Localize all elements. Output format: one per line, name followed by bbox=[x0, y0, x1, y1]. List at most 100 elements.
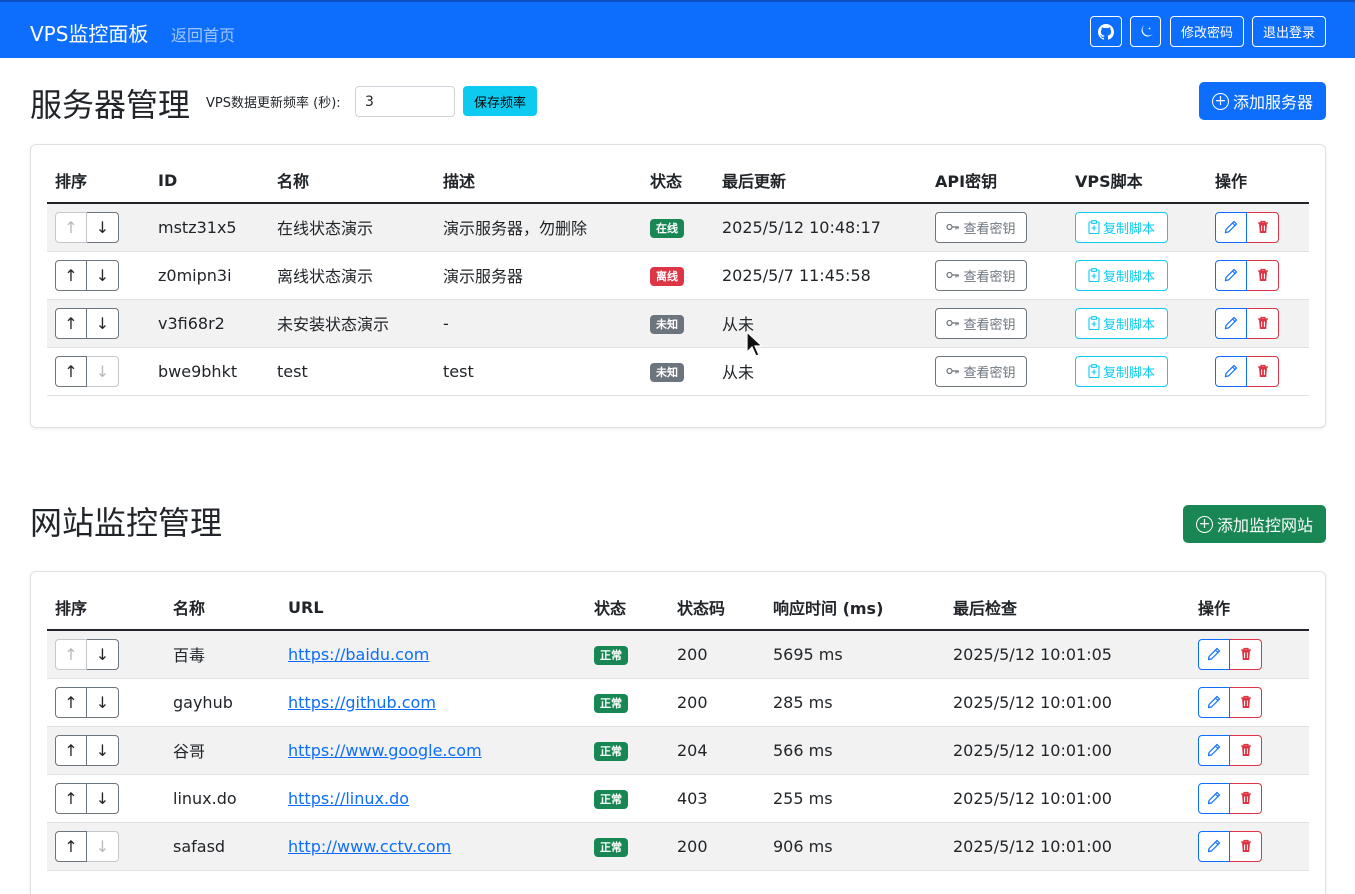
view-key-button[interactable]: 查看密钥 bbox=[935, 259, 1027, 291]
move-up-button[interactable]: ↑ bbox=[55, 734, 87, 766]
github-button[interactable] bbox=[1090, 16, 1122, 47]
view-key-button[interactable]: 查看密钥 bbox=[935, 307, 1027, 339]
table-row: ↑ ↓ v3fi68r2 未安装状态演示 - 未知 从未 查看密钥 复制脚本 bbox=[47, 299, 1309, 348]
sort-button-group: ↑ ↓ bbox=[55, 638, 119, 670]
theme-toggle-button[interactable] bbox=[1130, 16, 1161, 47]
delete-button[interactable] bbox=[1230, 686, 1262, 718]
api-key-cell: 查看密钥 bbox=[927, 347, 1067, 396]
pencil-icon bbox=[1207, 695, 1221, 709]
table-row: ↑ ↓ safasd http://www.cctv.com 正常 200 906 ms 20… bbox=[47, 822, 1309, 871]
move-down-button[interactable]: ↓ bbox=[87, 355, 119, 387]
edit-button[interactable] bbox=[1198, 734, 1230, 766]
table-row: ↑ ↓ 百毒 https://baidu.com 正常 200 5695 ms 2025/5/… bbox=[47, 630, 1309, 679]
change-password-button[interactable]: 修改密码 bbox=[1170, 16, 1244, 47]
servers-header-row: 排序 ID 名称 描述 状态 最后更新 API密钥 VPS脚本 操作 bbox=[47, 158, 1309, 204]
trash-icon bbox=[1257, 364, 1268, 377]
plus-circle-icon: + bbox=[1211, 92, 1229, 110]
status-badge: 正常 bbox=[594, 837, 628, 857]
site-url-link[interactable]: http://www.cctv.com bbox=[288, 837, 451, 856]
edit-button[interactable] bbox=[1215, 211, 1247, 243]
move-up-button[interactable]: ↑ bbox=[55, 638, 87, 670]
move-down-button[interactable]: ↓ bbox=[87, 259, 119, 291]
pencil-icon bbox=[1207, 839, 1221, 853]
url-cell: https://www.google.com bbox=[280, 726, 586, 775]
servers-title: 服务器管理 bbox=[30, 86, 191, 124]
delete-button[interactable] bbox=[1247, 211, 1279, 243]
delete-button[interactable] bbox=[1247, 307, 1279, 339]
site-url-link[interactable]: https://linux.do bbox=[288, 789, 409, 808]
edit-button[interactable] bbox=[1198, 686, 1230, 718]
move-down-button[interactable]: ↓ bbox=[87, 686, 119, 718]
move-down-button[interactable]: ↓ bbox=[87, 830, 119, 862]
move-down-button[interactable]: ↓ bbox=[87, 782, 119, 814]
move-up-button[interactable]: ↑ bbox=[55, 211, 87, 243]
site-name: linux.do bbox=[165, 774, 280, 823]
pencil-icon bbox=[1207, 791, 1221, 805]
table-row: ↑ ↓ 谷哥 https://www.google.com 正常 204 566 ms 202… bbox=[47, 726, 1309, 775]
server-id: bwe9bhkt bbox=[150, 347, 269, 396]
move-down-button[interactable]: ↓ bbox=[87, 734, 119, 766]
last-updated: 2025/5/12 10:48:17 bbox=[714, 203, 927, 252]
home-link[interactable]: 返回首页 bbox=[171, 22, 235, 46]
delete-button[interactable] bbox=[1230, 734, 1262, 766]
site-url-link[interactable]: https://www.google.com bbox=[288, 741, 482, 760]
edit-button[interactable] bbox=[1198, 638, 1230, 670]
delete-button[interactable] bbox=[1247, 355, 1279, 387]
pencil-icon bbox=[1224, 364, 1238, 378]
logout-button[interactable]: 退出登录 bbox=[1252, 16, 1326, 47]
move-up-button[interactable]: ↑ bbox=[55, 355, 87, 387]
view-key-button[interactable]: 查看密钥 bbox=[935, 211, 1027, 243]
copy-script-button[interactable]: 复制脚本 bbox=[1075, 211, 1168, 243]
last-checked: 2025/5/12 10:01:00 bbox=[945, 774, 1190, 823]
clipboard-icon bbox=[1088, 220, 1100, 235]
move-down-button[interactable]: ↓ bbox=[87, 638, 119, 670]
sort-cell: ↑ ↓ bbox=[47, 726, 165, 775]
move-down-button[interactable]: ↓ bbox=[87, 307, 119, 339]
delete-button[interactable] bbox=[1230, 782, 1262, 814]
site-url-link[interactable]: https://baidu.com bbox=[288, 645, 429, 664]
sort-button-group: ↑ ↓ bbox=[55, 830, 119, 862]
col-header: 操作 bbox=[1207, 158, 1309, 204]
servers-table: 排序 ID 名称 描述 状态 最后更新 API密钥 VPS脚本 操作 ↑ ↓ mst… bbox=[47, 158, 1309, 396]
response-time: 5695 ms bbox=[765, 630, 945, 679]
delete-button[interactable] bbox=[1230, 830, 1262, 862]
move-down-button[interactable]: ↓ bbox=[87, 211, 119, 243]
add-site-label: 添加监控网站 bbox=[1216, 516, 1313, 535]
add-site-button[interactable]: + 添加监控网站 bbox=[1183, 505, 1326, 543]
delete-button[interactable] bbox=[1247, 259, 1279, 291]
move-up-button[interactable]: ↑ bbox=[55, 307, 87, 339]
trash-icon bbox=[1240, 695, 1251, 708]
edit-button[interactable] bbox=[1198, 782, 1230, 814]
edit-button[interactable] bbox=[1215, 259, 1247, 291]
brand-title[interactable]: VPS监控面板 bbox=[30, 18, 148, 47]
move-up-button[interactable]: ↑ bbox=[55, 259, 87, 291]
col-header: VPS脚本 bbox=[1067, 158, 1207, 204]
freq-input[interactable] bbox=[355, 86, 455, 117]
last-checked: 2025/5/12 10:01:05 bbox=[945, 630, 1190, 679]
clipboard-icon bbox=[1088, 268, 1100, 282]
move-up-button[interactable]: ↑ bbox=[55, 686, 87, 718]
pencil-icon bbox=[1207, 647, 1221, 661]
edit-button[interactable] bbox=[1215, 307, 1247, 339]
trash-icon bbox=[1257, 268, 1268, 281]
copy-script-button[interactable]: 复制脚本 bbox=[1075, 259, 1168, 291]
edit-button[interactable] bbox=[1215, 355, 1247, 387]
arrow-up-icon: ↑ bbox=[64, 217, 78, 237]
view-key-button[interactable]: 查看密钥 bbox=[935, 355, 1027, 387]
site-url-link[interactable]: https://github.com bbox=[288, 693, 436, 712]
delete-button[interactable] bbox=[1230, 638, 1262, 670]
col-header: 状态 bbox=[586, 585, 669, 631]
move-up-button[interactable]: ↑ bbox=[55, 782, 87, 814]
server-name: test bbox=[269, 347, 435, 396]
edit-button[interactable] bbox=[1198, 830, 1230, 862]
copy-script-button[interactable]: 复制脚本 bbox=[1075, 355, 1168, 387]
status-badge: 正常 bbox=[594, 645, 628, 665]
trash-icon bbox=[1240, 648, 1251, 661]
move-up-button[interactable]: ↑ bbox=[55, 830, 87, 862]
copy-script-button[interactable]: 复制脚本 bbox=[1075, 307, 1168, 339]
copy-script-label: 复制脚本 bbox=[1102, 365, 1155, 381]
save-freq-button[interactable]: 保存频率 bbox=[463, 86, 537, 116]
status-badge: 正常 bbox=[594, 741, 628, 761]
col-header: 名称 bbox=[165, 585, 280, 631]
add-server-button[interactable]: + 添加服务器 bbox=[1199, 82, 1326, 120]
